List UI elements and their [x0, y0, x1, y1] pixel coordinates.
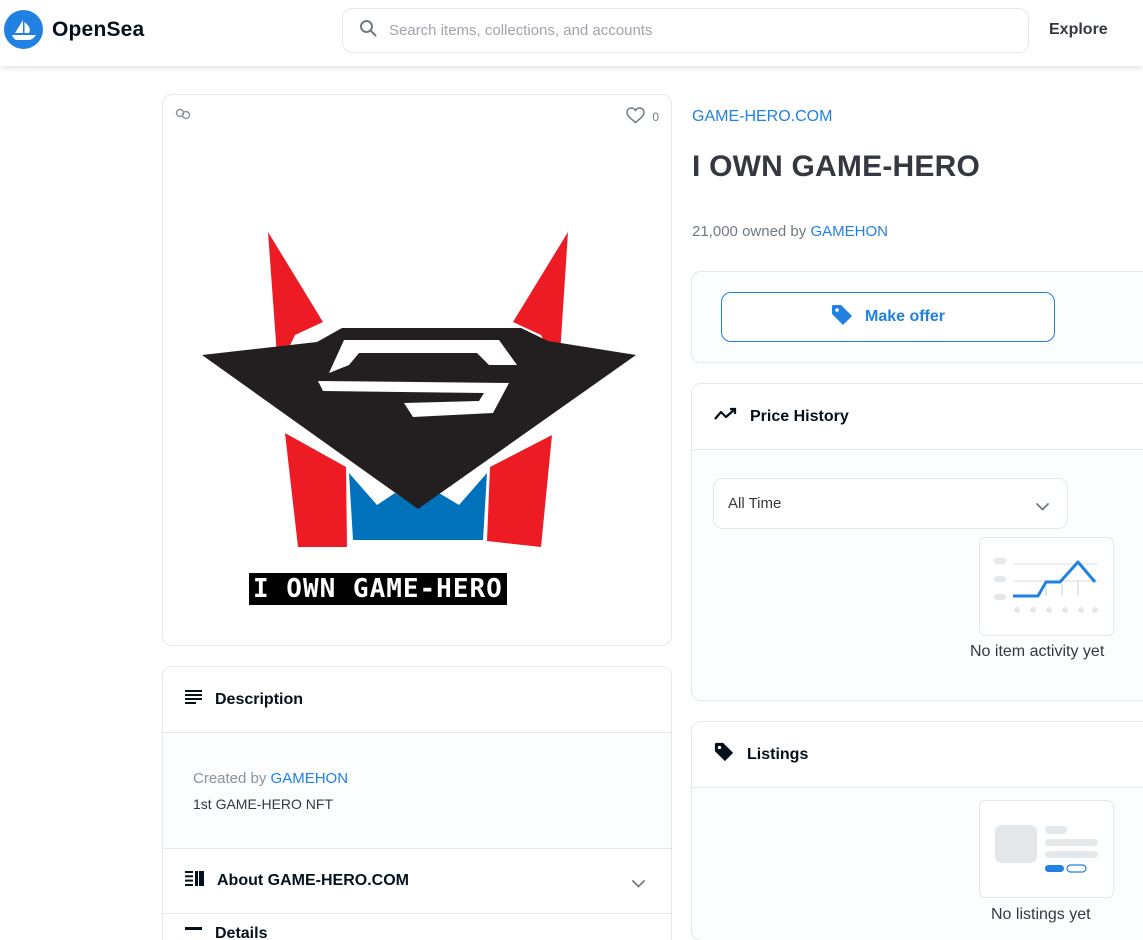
make-offer-button[interactable]: Make offer	[721, 292, 1055, 342]
owned-by-label: owned by	[742, 223, 807, 240]
chevron-down-icon[interactable]	[632, 875, 645, 893]
opensea-logo-link[interactable]: OpenSea	[4, 10, 144, 49]
price-history-empty-text: No item activity yet	[970, 643, 1105, 660]
empty-listings-illustration	[979, 800, 1114, 898]
listings-title: Listings	[747, 745, 809, 763]
details-header[interactable]: Details	[163, 914, 671, 940]
time-range-value: All Time	[728, 495, 782, 512]
listings-header[interactable]: Listings	[692, 722, 1143, 788]
item-title: I OWN GAME-HERO	[692, 150, 980, 183]
description-text: 1st GAME-HERO NFT	[193, 796, 334, 812]
about-collection-icon	[185, 871, 204, 891]
brand-name: OpenSea	[52, 17, 145, 41]
chain-icon[interactable]	[175, 107, 191, 125]
search-bar[interactable]	[342, 8, 1029, 53]
empty-chart-illustration	[979, 537, 1114, 636]
nav-explore-link[interactable]: Explore	[1049, 21, 1108, 39]
trending-icon	[714, 407, 737, 426]
listings-empty-text: No listings yet	[991, 906, 1091, 923]
description-header[interactable]: Description	[163, 667, 671, 733]
favorite-button[interactable]: 0	[626, 107, 659, 127]
description-title: Description	[215, 690, 304, 708]
listings-card: Listings No listings yet	[691, 721, 1143, 940]
trade-card: Make offer	[691, 271, 1143, 363]
time-range-select[interactable]: All Time	[713, 478, 1068, 529]
item-media-card: 0 I OWN GAME-HERO	[162, 94, 672, 646]
item-image[interactable]: I OWN GAME-HERO	[199, 225, 639, 620]
creator-link[interactable]: GAMEHON	[271, 770, 349, 787]
chevron-down-icon	[1036, 498, 1049, 515]
price-history-title: Price History	[750, 407, 849, 425]
owner-link[interactable]: GAMEHON	[810, 223, 888, 240]
search-input[interactable]	[389, 22, 989, 39]
tag-icon	[831, 304, 853, 331]
make-offer-label: Make offer	[864, 308, 946, 325]
collection-link[interactable]: GAME-HERO.COM	[692, 108, 832, 126]
owned-count: 21,000	[692, 223, 738, 240]
description-card: Description Created by GAMEHON 1st GAME-…	[162, 666, 672, 940]
details-icon	[185, 925, 202, 940]
created-by-line: Created by GAMEHON	[193, 770, 641, 787]
details-title: Details	[215, 925, 268, 940]
favorites-count: 0	[652, 110, 659, 124]
description-body: Created by GAMEHON 1st GAME-HERO NFT	[163, 733, 671, 849]
artwork-caption: I OWN GAME-HERO	[249, 573, 507, 605]
created-by-label: Created by	[193, 770, 267, 787]
heart-icon	[626, 107, 646, 127]
description-lines-icon	[185, 690, 202, 709]
owned-by-line: 21,000 owned by GAMEHON	[692, 223, 888, 240]
about-collection-header[interactable]: About GAME-HERO.COM	[163, 849, 671, 914]
search-icon	[359, 19, 377, 42]
about-collection-title: About GAME-HERO.COM	[217, 872, 409, 889]
top-navbar: OpenSea Explore	[0, 0, 1143, 66]
tag-icon	[714, 742, 734, 767]
price-history-header[interactable]: Price History	[692, 384, 1143, 450]
price-history-card: Price History All Time No item activity …	[691, 383, 1143, 701]
opensea-logo-icon	[4, 10, 43, 49]
